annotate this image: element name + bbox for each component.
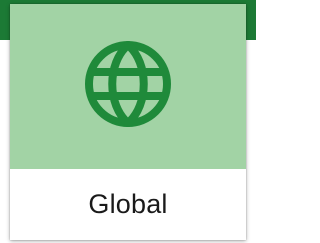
- card-media: [10, 4, 246, 169]
- global-card[interactable]: Global: [10, 4, 246, 240]
- card-label: Global: [88, 189, 168, 219]
- globe-icon: [85, 41, 171, 127]
